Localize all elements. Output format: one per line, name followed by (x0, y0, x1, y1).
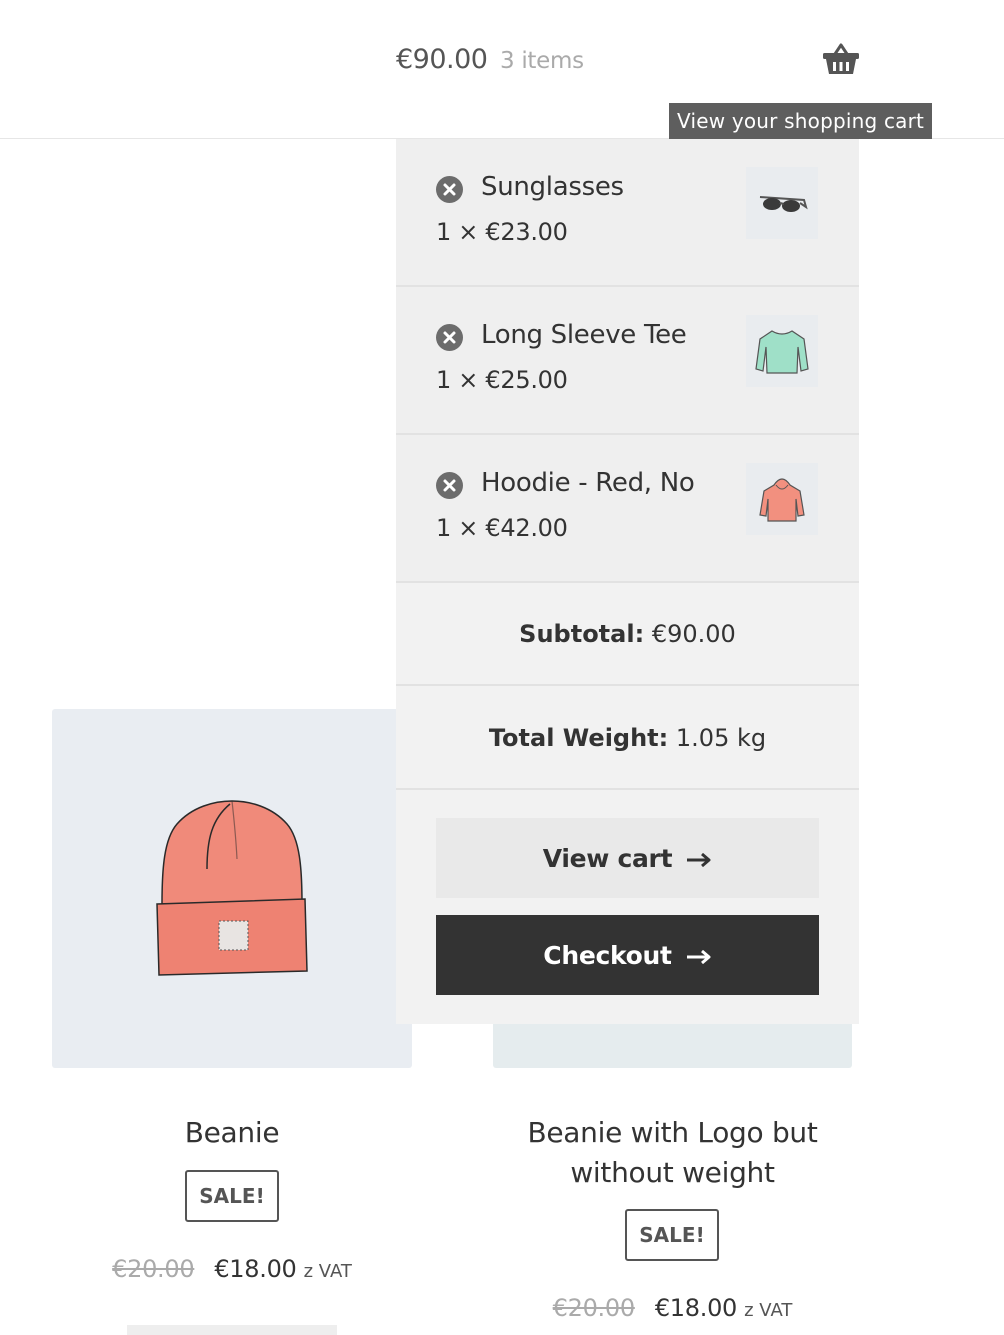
product-title-beanie[interactable]: Beanie (52, 1113, 412, 1153)
cart-item-name[interactable]: Hoodie - Red, No (481, 468, 695, 498)
mini-cart-dropdown: Sunglasses 1 × €23.00 Long Sleeve Tee 1 … (396, 139, 859, 1024)
product-price: €20.00 €18.00 z VAT (52, 1255, 412, 1283)
view-cart-button[interactable]: View cart (436, 818, 819, 898)
product-price: €20.00 €18.00 z VAT (493, 1294, 852, 1322)
cart-tooltip: View your shopping cart (669, 103, 933, 139)
sunglasses-thumbnail[interactable] (746, 167, 818, 239)
sale-price: €18.00 (214, 1255, 297, 1283)
total-weight-row: Total Weight: 1.05 kg (396, 686, 859, 790)
beanie-with-logo-product-image[interactable] (493, 1023, 852, 1068)
tax-suffix: z VAT (744, 1300, 793, 1321)
remove-x-icon[interactable] (436, 472, 463, 499)
view-cart-label: View cart (542, 843, 673, 873)
cart-item-name[interactable]: Long Sleeve Tee (481, 320, 687, 350)
checkout-label: Checkout (543, 940, 672, 970)
cart-item-quantity: 1 × €42.00 (436, 514, 568, 542)
basket-icon[interactable] (822, 42, 860, 76)
tax-suffix: z VAT (303, 1261, 352, 1282)
old-price: €20.00 (552, 1294, 635, 1322)
add-to-cart-button[interactable] (127, 1325, 337, 1335)
cart-total[interactable]: €90.00 (396, 44, 488, 75)
old-price: €20.00 (112, 1255, 195, 1283)
remove-x-icon[interactable] (436, 324, 463, 351)
subtotal-value: €90.00 (651, 620, 736, 648)
remove-x-icon[interactable] (436, 176, 463, 203)
beanie-product-image[interactable] (52, 709, 412, 1068)
cart-item-name[interactable]: Sunglasses (481, 172, 624, 202)
cart-item-quantity: 1 × €23.00 (436, 218, 568, 246)
long-sleeve-tee-thumbnail[interactable] (746, 315, 818, 387)
cart-item-quantity: 1 × €25.00 (436, 366, 568, 394)
subtotal-label: Subtotal: (519, 620, 645, 648)
arrow-right-icon (686, 941, 712, 970)
sale-badge: SALE! (185, 1170, 279, 1222)
cart-item: Hoodie - Red, No 1 × €42.00 (396, 435, 859, 583)
sale-price: €18.00 (654, 1294, 738, 1322)
product-title-beanie-with-logo[interactable]: Beanie with Logo but without weight (480, 1113, 865, 1193)
cart-item-count[interactable]: 3 items (500, 48, 584, 74)
cart-item: Sunglasses 1 × €23.00 (396, 139, 859, 287)
total-weight-label: Total Weight: (488, 724, 669, 752)
sale-badge: SALE! (625, 1209, 719, 1261)
cart-item: Long Sleeve Tee 1 × €25.00 (396, 287, 859, 435)
total-weight-value: 1.05 kg (675, 724, 767, 752)
checkout-button[interactable]: Checkout (436, 915, 819, 995)
arrow-right-icon (686, 844, 712, 873)
hoodie-thumbnail[interactable] (746, 463, 818, 535)
subtotal-row: Subtotal: €90.00 (396, 583, 859, 686)
